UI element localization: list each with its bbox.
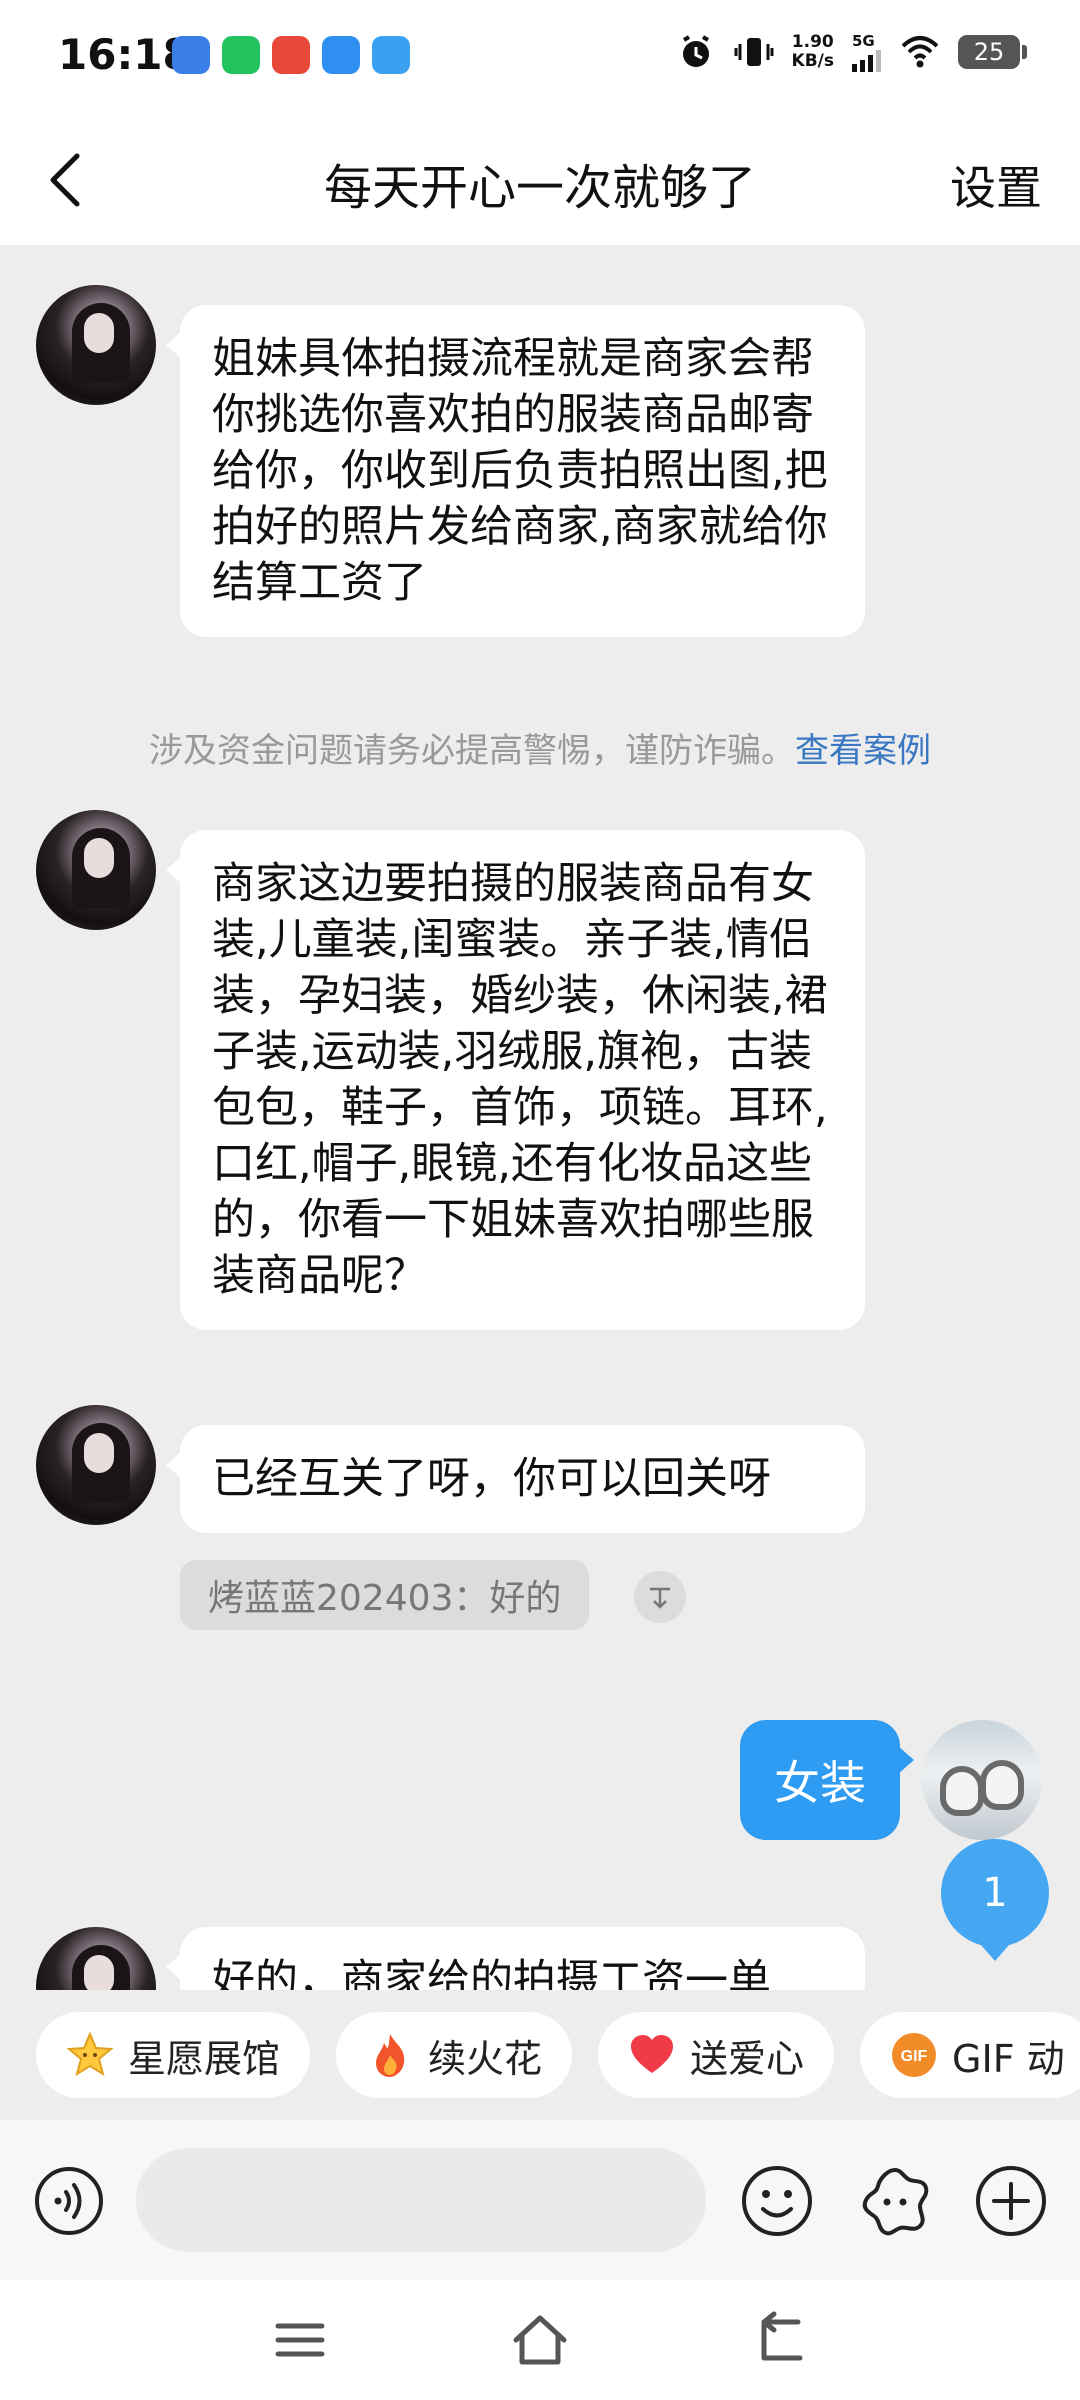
message-bubble[interactable]: 已经互关了呀，你可以回关呀 — [166, 1425, 865, 1533]
wechat-notification-icon — [222, 36, 260, 74]
settings-button[interactable]: 设置 — [950, 152, 1042, 218]
signal-icon — [852, 50, 881, 72]
net-speed: 1.90 KB/s — [791, 32, 834, 71]
app-notification-icon — [322, 36, 360, 74]
message-bubble[interactable]: 好的，商家给的拍摄工资一单 — [166, 1927, 865, 1990]
chip-continue-spark[interactable]: 续火花 — [336, 2012, 573, 2098]
alarm-icon — [682, 35, 709, 67]
vibrate-icon — [734, 38, 774, 66]
svg-text:GIF: GIF — [901, 2048, 928, 2065]
my-message-bubble[interactable]: 女装 — [740, 1720, 914, 1840]
message-bubble[interactable]: 姐妹具体拍摄流程就是商家会帮你挑选你喜欢拍的服装商品邮寄给你，你收到后负责拍照出… — [166, 305, 865, 637]
my-avatar[interactable] — [922, 1720, 1042, 1840]
battery-indicator: 25 — [958, 35, 1027, 69]
message-bubble[interactable]: 商家这边要拍摄的服装商品有女装,儿童装,闺蜜装。亲子装,情侣装，孕妇装，婚纱装，… — [166, 830, 865, 1330]
page-title: 每天开心一次就够了 — [323, 160, 756, 216]
unread-count-badge[interactable]: 1 — [941, 1839, 1049, 1961]
status-bar: 16:18 1.90 KB/s 5G 25 — [0, 0, 1080, 110]
chat-header: 每天开心一次就够了 设置 — [0, 110, 1080, 245]
message-input[interactable] — [136, 2148, 706, 2252]
contact-avatar[interactable] — [36, 1927, 156, 1990]
home-icon[interactable] — [510, 2310, 570, 2370]
system-status: 1.90 KB/s 5G 25 — [676, 32, 1027, 72]
star-icon — [66, 2031, 114, 2079]
system-navigation-bar — [0, 2280, 1080, 2400]
expand-quote-button[interactable] — [634, 1571, 686, 1623]
add-icon[interactable] — [974, 2164, 1048, 2238]
contact-avatar[interactable] — [36, 810, 156, 930]
notice-text: 涉及资金问题请务必提高警惕，谨防诈骗。 — [149, 731, 795, 771]
chip-label: 送爱心 — [690, 2036, 805, 2081]
chat-messages[interactable]: 姐妹具体拍摄流程就是商家会帮你挑选你喜欢拍的服装商品邮寄给你，你收到后负责拍照出… — [0, 245, 1080, 1990]
app-notification-icon — [272, 36, 310, 74]
quick-action-chips: 星愿展馆 续火花 送爱心 GIF GIF 动 — [0, 1990, 1080, 2120]
menu-icon[interactable] — [270, 2310, 330, 2370]
quoted-reply[interactable]: 烤蓝蓝202403：好的 — [180, 1560, 590, 1630]
cellular-signal: 5G — [852, 32, 882, 72]
arrow-down-icon — [650, 1587, 670, 1609]
contact-avatar[interactable] — [36, 285, 156, 405]
message-input-bar — [0, 2120, 1080, 2280]
app-notification-icon — [372, 36, 410, 74]
fire-icon — [366, 2031, 414, 2079]
chip-send-love[interactable]: 送爱心 — [598, 2012, 835, 2098]
chip-label: 星愿展馆 — [128, 2036, 281, 2081]
view-cases-link[interactable]: 查看案例 — [795, 731, 931, 771]
chip-gif[interactable]: GIF GIF 动 — [860, 2012, 1080, 2098]
voice-input-icon[interactable] — [34, 2166, 104, 2236]
back-nav-icon[interactable] — [750, 2310, 810, 2370]
chip-label: GIF 动 — [952, 2036, 1065, 2081]
wifi-icon — [901, 36, 939, 68]
gif-icon: GIF — [890, 2031, 938, 2079]
emoji-icon[interactable] — [740, 2164, 814, 2238]
chip-star-exhibition[interactable]: 星愿展馆 — [36, 2012, 311, 2098]
fraud-warning-notice: 涉及资金问题请务必提高警惕，谨防诈骗。查看案例 — [0, 723, 1080, 772]
sticker-icon[interactable] — [858, 2164, 932, 2238]
app-notification-icon — [172, 36, 210, 74]
chip-label: 续火花 — [428, 2036, 543, 2081]
heart-icon — [628, 2031, 676, 2079]
notification-icons — [172, 36, 410, 74]
contact-avatar[interactable] — [36, 1405, 156, 1525]
